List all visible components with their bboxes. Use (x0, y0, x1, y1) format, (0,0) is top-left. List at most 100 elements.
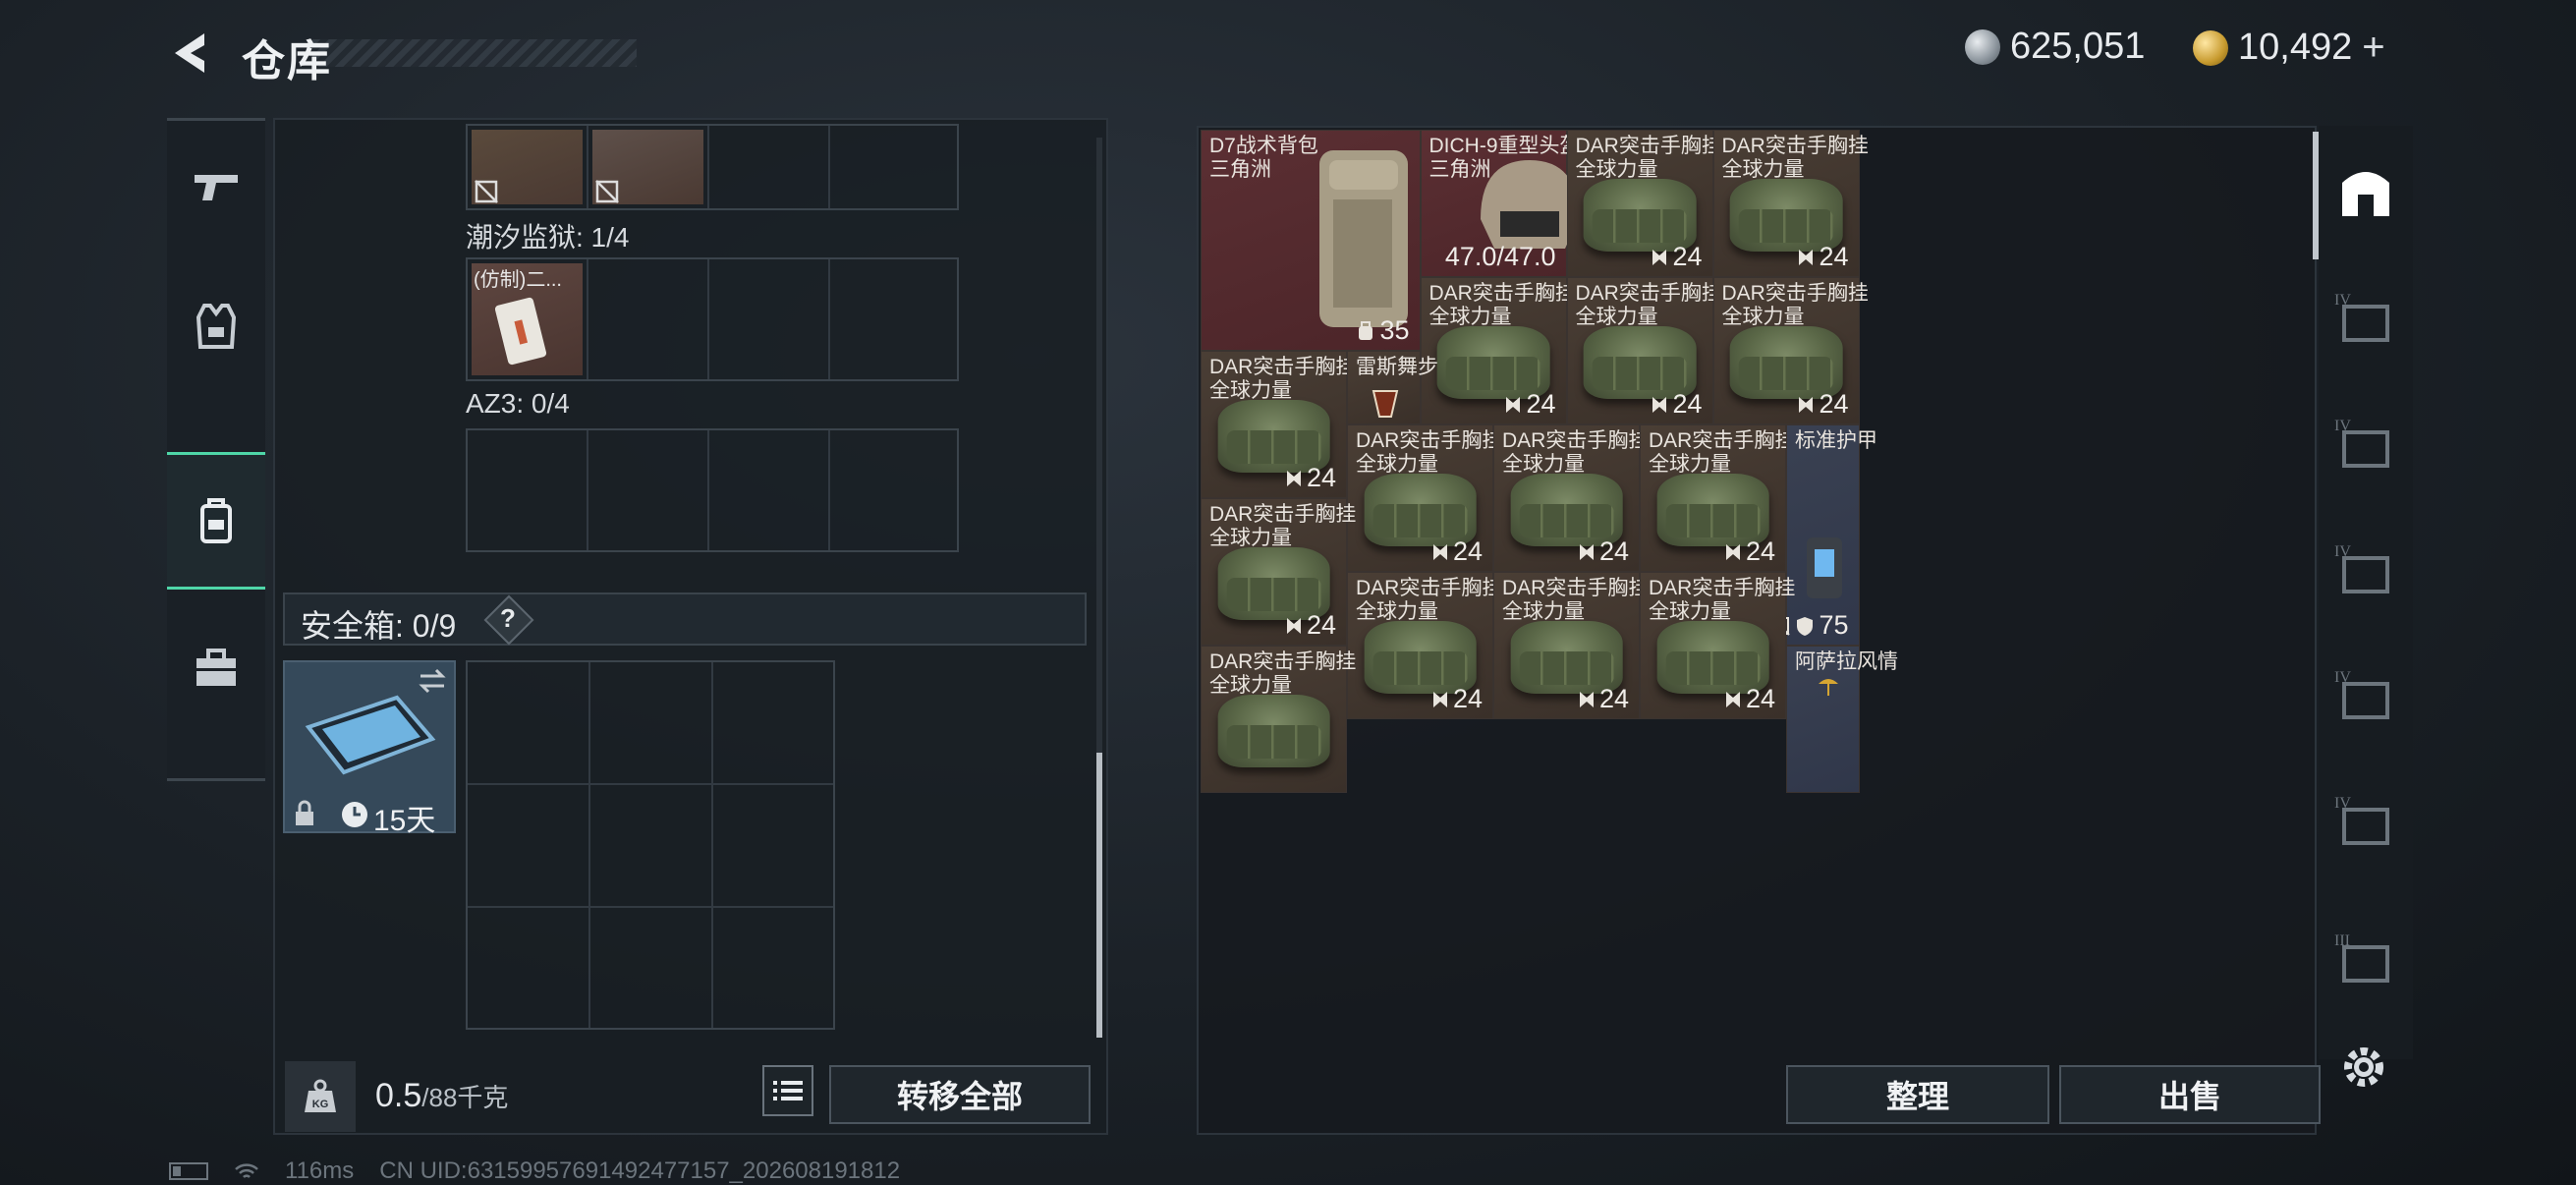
item-count: 24 (1504, 389, 1556, 420)
safe-box-grid[interactable] (466, 660, 835, 1030)
warehouse-item[interactable]: DAR突击手胸挂 全球力量 24 (1712, 130, 1869, 277)
warehouse-item[interactable]: DAR突击手胸挂 全球力量 24 (1566, 277, 1722, 424)
safe-box-item[interactable]: 15天 (283, 660, 456, 837)
item-faction: 全球力量 (1356, 453, 1438, 476)
warehouse-item[interactable]: DAR突击手胸挂 全球力量 24 (1493, 424, 1649, 572)
storage-tab-5[interactable]: IV (2330, 660, 2401, 731)
chest-rig-image (1510, 620, 1623, 694)
item-faction: 全球力量 (1649, 453, 1731, 476)
warehouse-item[interactable]: DICH-9重型头盔 三角洲 47.0/47.0 (1420, 130, 1581, 277)
item-faction: 全球力量 (1356, 600, 1438, 623)
slot[interactable]: (仿制)二... (468, 259, 588, 379)
warehouse-item[interactable]: DAR突击手胸挂 全球力量 24 (1420, 277, 1576, 424)
weight-icon-box: KG (285, 1061, 356, 1132)
item-count-value: 24 (1526, 389, 1556, 419)
chest-rig-image (1583, 178, 1697, 252)
slot[interactable] (588, 259, 709, 379)
warehouse-item[interactable]: DAR突击手胸挂 全球力量 24 (1201, 498, 1356, 646)
prison-container-label: 潮汐监狱: 1/4 (466, 222, 630, 253)
add-currency-icon[interactable]: + (2362, 26, 2384, 70)
slot[interactable] (709, 430, 830, 550)
item-count: 24 (1724, 684, 1775, 714)
chest-rig-image (1217, 546, 1330, 620)
weight-readout: 0.5/88千克 (375, 1077, 508, 1115)
nav-item-equipment[interactable] (167, 257, 265, 395)
storage-tab-7[interactable]: III (2330, 924, 2401, 994)
status-footer: 116ms CN UID:63159957691492477157_202608… (169, 1157, 900, 1185)
item-name: D7战术背包 三角洲 (1209, 135, 1318, 181)
warehouse-item[interactable]: DAR突击手胸挂 全球力量 24 (1566, 130, 1722, 277)
storage-tab-3[interactable]: IV (2330, 409, 2401, 480)
storage-tab-6[interactable]: IV (2330, 786, 2401, 857)
item-name: DAR突击手胸挂 全球力量 (1721, 282, 1869, 328)
left-scrollbar-thumb[interactable] (1096, 753, 1102, 1038)
warehouse-item[interactable]: DAR突击手胸挂 全球力量 24 (1347, 572, 1502, 719)
nav-divider (167, 118, 265, 121)
tier-iv-icon: IV (2334, 795, 2389, 845)
az3-container-label: AZ3: 0/4 (466, 388, 570, 419)
item-count: 24 (1651, 242, 1703, 272)
sell-button[interactable]: 出售 (2059, 1065, 2321, 1124)
item-faction: 三角洲 (1209, 158, 1271, 181)
container-slots-row: (仿制)二... (466, 257, 959, 381)
item-count-value: 24 (1452, 536, 1483, 566)
gear-icon[interactable] (2338, 1042, 2389, 1093)
container-slots-row (466, 124, 959, 210)
warehouse-item[interactable]: DAR突击手胸挂 全球力量 24 (1347, 424, 1502, 572)
slot[interactable] (830, 430, 951, 550)
item-name: 雷斯舞步 (1356, 356, 1438, 378)
no-trade-icon (595, 180, 619, 203)
item-count: 24 (1431, 536, 1483, 567)
capacity-icon (1359, 320, 1373, 340)
slot[interactable] (709, 259, 830, 379)
transfer-all-button[interactable]: 转移全部 (829, 1065, 1091, 1124)
slot[interactable] (468, 430, 588, 550)
nav-item-weapons[interactable] (167, 118, 265, 255)
warehouse-item[interactable]: DAR突击手胸挂 全球力量 24 (1640, 572, 1795, 719)
nav-item-backpack[interactable] (167, 452, 265, 590)
slot[interactable] (830, 126, 951, 208)
item-count-value: 24 (1306, 463, 1336, 492)
warehouse-item[interactable]: DAR突击手胸挂 全球力量 24 (1493, 572, 1649, 719)
item-count-value: 35 (1379, 315, 1410, 345)
back-arrow-icon[interactable] (165, 28, 216, 79)
item-count: 24 (1797, 389, 1849, 420)
sort-button[interactable]: 整理 (1786, 1065, 2049, 1124)
warehouse-item[interactable]: DAR突击手胸挂 全球力量 (1201, 646, 1356, 793)
nav-divider (167, 778, 265, 781)
item-count: 47.0/47.0 (1445, 242, 1556, 272)
slot[interactable] (588, 430, 709, 550)
warehouse-item[interactable]: 标准护甲 75 (1770, 424, 1877, 646)
warehouse-item[interactable]: D7战术背包 三角洲 35 (1201, 130, 1421, 351)
backpack-image (1319, 150, 1408, 327)
chest-rig-image (1510, 473, 1623, 546)
slot[interactable] (709, 126, 830, 208)
slot[interactable] (830, 259, 951, 379)
nav-item-toolbox[interactable] (167, 599, 265, 737)
gold-currency[interactable]: 10,492 + (2193, 26, 2385, 70)
storage-tab-4[interactable]: IV (2330, 535, 2401, 605)
warehouse-item[interactable]: 阿萨拉风情 (1786, 646, 1898, 793)
storage-tab-2[interactable]: IV (2330, 283, 2401, 354)
armor-image (1807, 537, 1842, 598)
tier-iii-icon: III (2334, 932, 2389, 983)
item-count-value: 24 (1745, 536, 1775, 566)
capacity-icon (1432, 691, 1447, 707)
item-faction: 全球力量 (1502, 453, 1585, 476)
slot[interactable] (468, 126, 588, 208)
storage-tab-1[interactable] (2330, 157, 2401, 228)
warehouse-item[interactable]: DAR突击手胸挂 全球力量 24 (1712, 277, 1869, 424)
slot[interactable] (588, 126, 709, 208)
warehouse-item[interactable]: 雷斯舞步 (1347, 351, 1438, 424)
item-count: 24 (1285, 610, 1336, 641)
item-name: (仿制)二... (474, 269, 562, 291)
chest-rig-image (1729, 178, 1843, 252)
warehouse-item[interactable]: DAR突击手胸挂 全球力量 24 (1201, 351, 1356, 498)
item-count-value: 24 (1819, 242, 1849, 271)
list-view-button[interactable] (762, 1065, 813, 1116)
silver-coin-icon (1965, 28, 2000, 65)
item-name: DAR突击手胸挂 全球力量 (1575, 135, 1722, 181)
warehouse-item[interactable]: DAR突击手胸挂 全球力量 24 (1640, 424, 1795, 572)
chest-rig-image (1436, 325, 1550, 399)
warehouse-grid: D7战术背包 三角洲 35 DICH-9重型头盔 三角洲 47.0/47.0 DAR突击手胸… (1201, 130, 2307, 1049)
